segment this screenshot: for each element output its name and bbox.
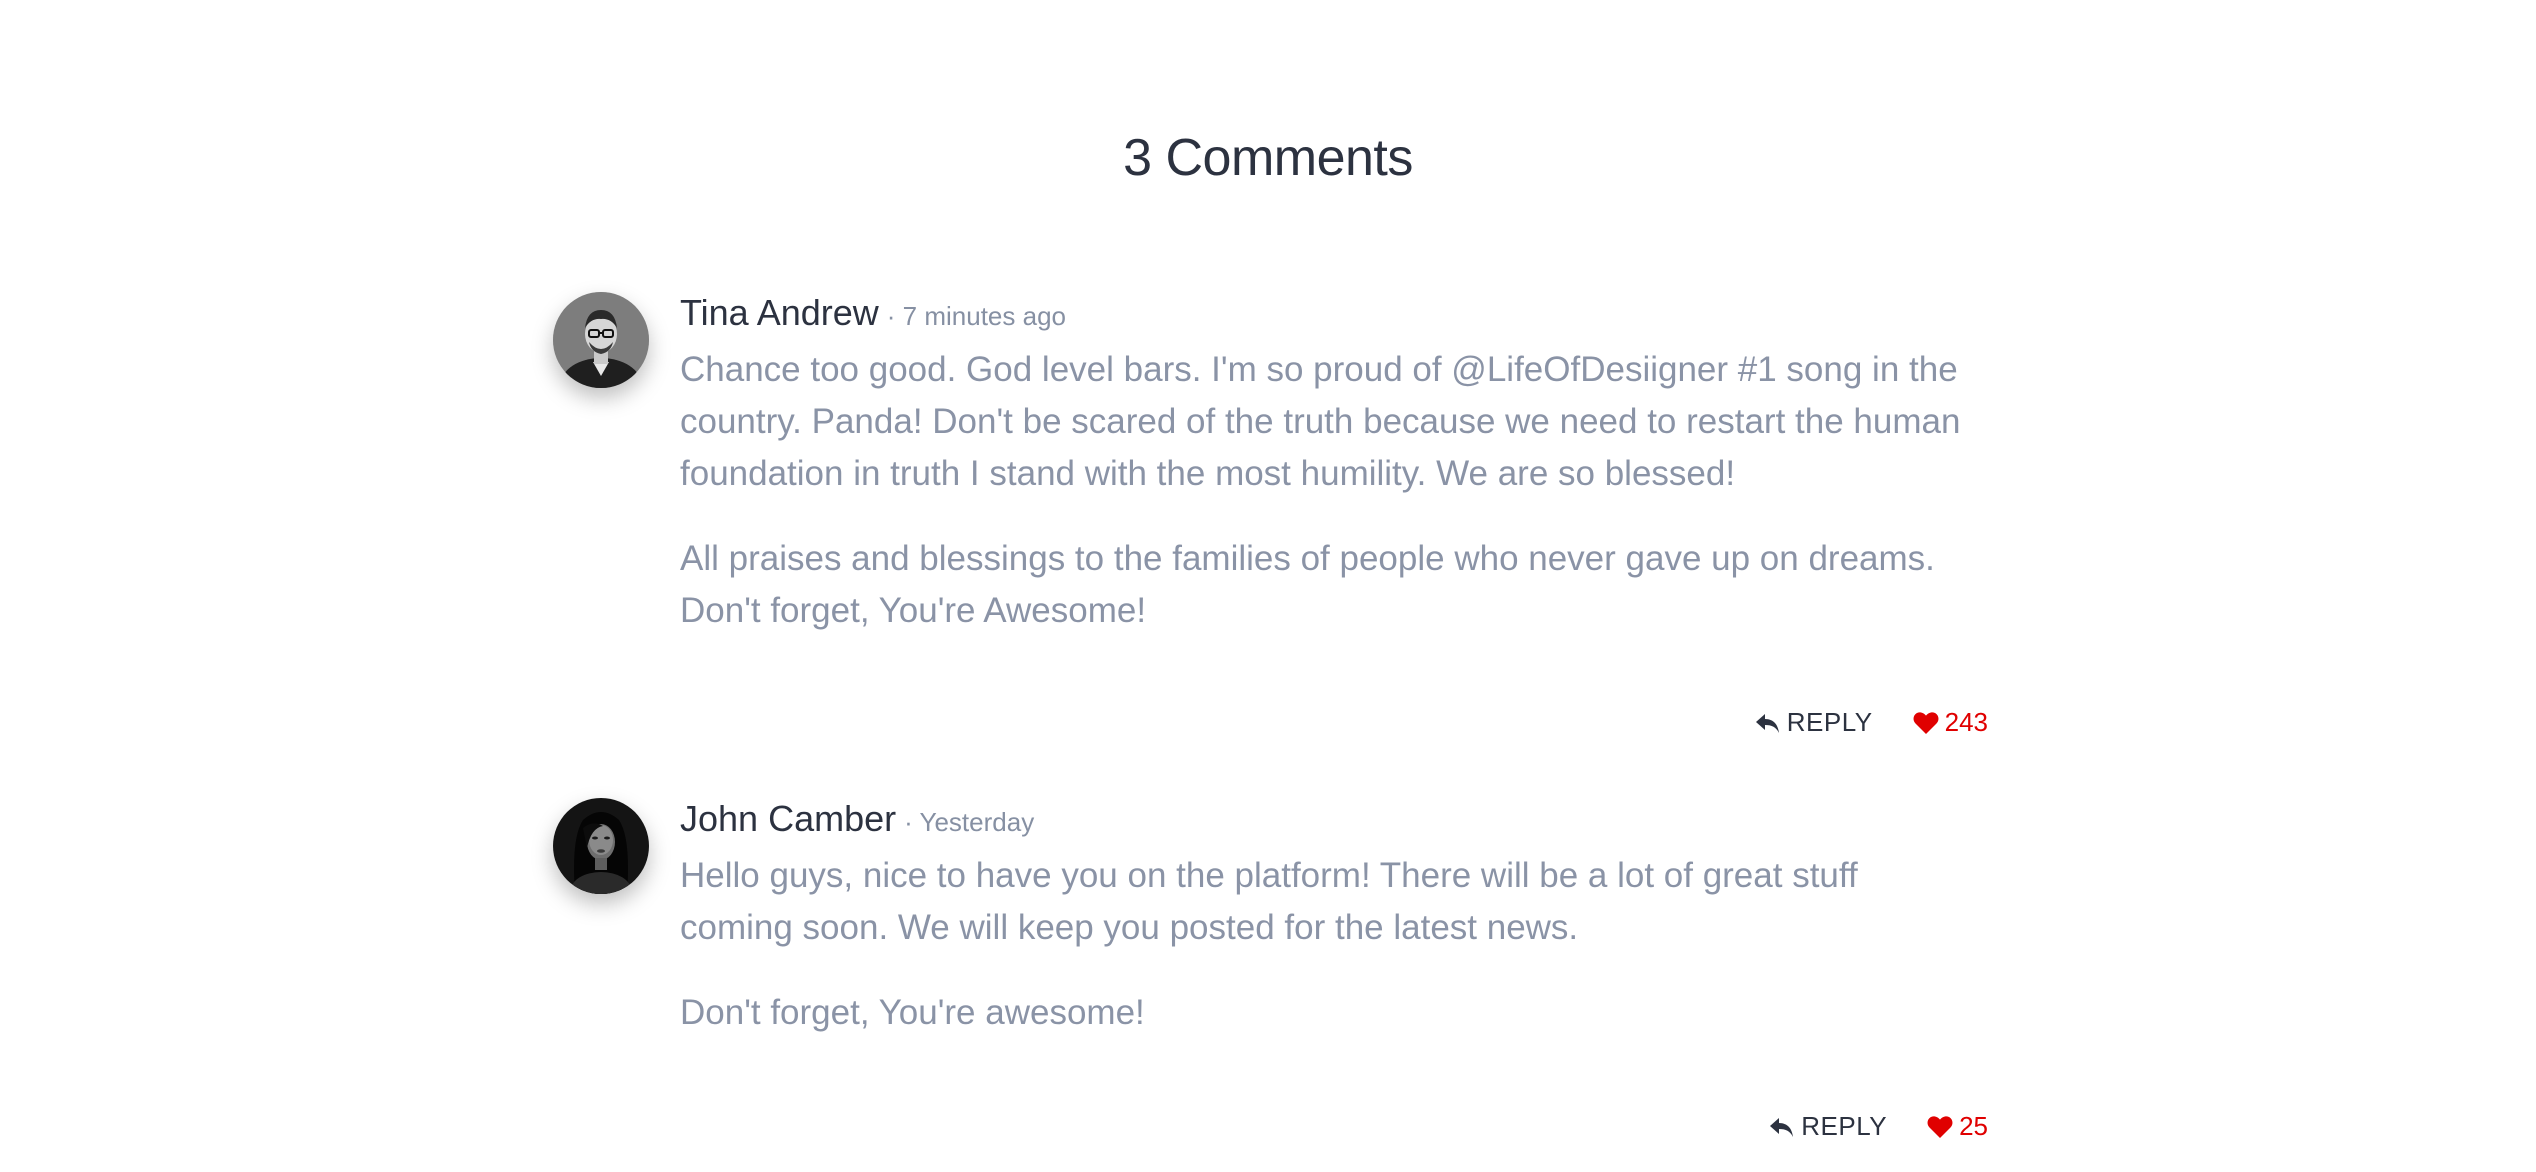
comment-content: John Camber · Yesterday Hello guys, nice… [680, 798, 1980, 1039]
like-button[interactable]: 243 [1913, 707, 1988, 738]
reply-label: REPLY [1786, 707, 1873, 737]
comment-actions: REPLY 25 [1769, 1111, 1988, 1142]
avatar[interactable] [553, 292, 649, 388]
reply-button[interactable]: REPLY [1769, 1111, 1887, 1142]
comment-paragraph: Chance too good. God level bars. I'm so … [680, 350, 1961, 493]
comment-header: John Camber · Yesterday [680, 798, 1980, 850]
comment-item: Tina Andrew · 7 minutes ago Chance too g… [553, 292, 1988, 752]
like-button[interactable]: 25 [1927, 1111, 1988, 1142]
heart-icon [1927, 1115, 1953, 1138]
comment-author[interactable]: John Camber [680, 798, 896, 840]
like-count: 25 [1959, 1111, 1988, 1141]
comment-item: John Camber · Yesterday Hello guys, nice… [553, 798, 1988, 1158]
avatar[interactable] [553, 798, 649, 894]
reply-label: REPLY [1801, 1111, 1888, 1141]
comment-paragraph: All praises and blessings to the familie… [680, 539, 1935, 630]
comment-paragraph: Hello guys, nice to have you on the plat… [680, 856, 1858, 947]
reply-button[interactable]: REPLY [1755, 707, 1873, 738]
comment-content: Tina Andrew · 7 minutes ago Chance too g… [680, 292, 1980, 637]
comment-actions: REPLY 243 [1755, 707, 1988, 738]
reply-arrow-icon [1755, 713, 1779, 733]
reply-arrow-icon [1770, 1117, 1794, 1137]
comment-header: Tina Andrew · 7 minutes ago [680, 292, 1980, 344]
comment-timestamp: · Yesterday [904, 807, 1035, 837]
like-count: 243 [1944, 707, 1988, 737]
comments-title: 3 Comments [1123, 129, 1413, 187]
heart-icon [1913, 711, 1939, 734]
comment-timestamp: · 7 minutes ago [886, 301, 1066, 331]
comment-paragraph: Don't forget, You're awesome! [680, 993, 1145, 1032]
comment-author[interactable]: Tina Andrew [680, 292, 879, 334]
